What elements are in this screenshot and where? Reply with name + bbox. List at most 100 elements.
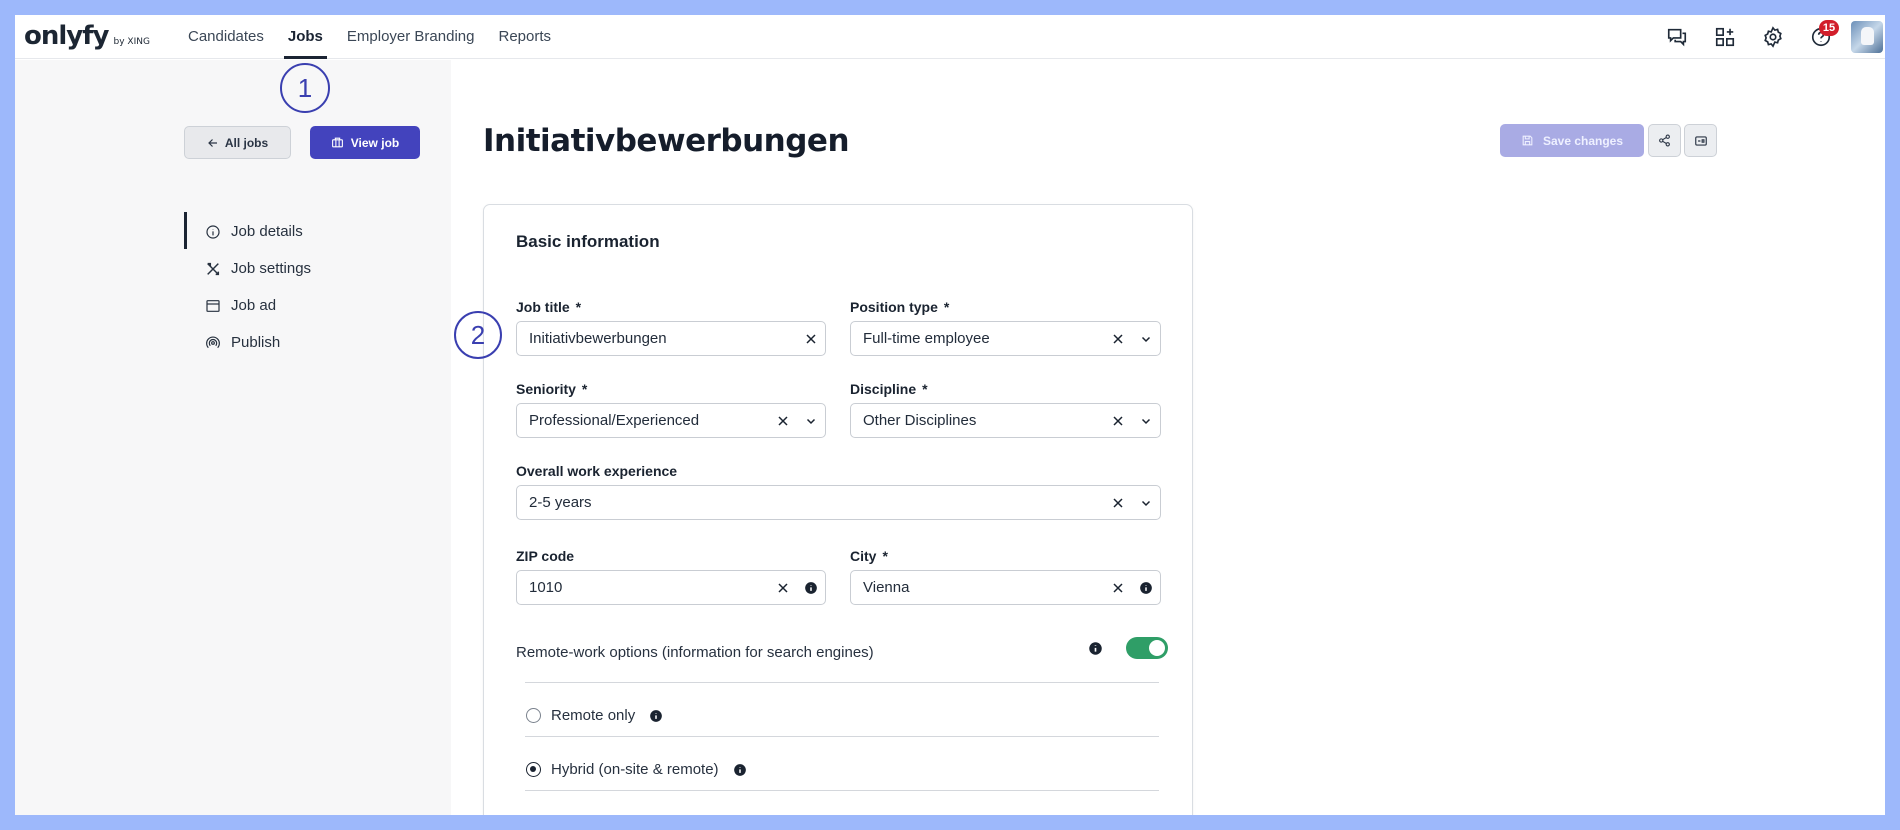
seniority-label: Seniority * [516,381,587,397]
preview-card-icon [1694,135,1707,146]
info-icon [206,224,220,239]
city-label: City * [850,548,888,564]
sidebar-item-publish[interactable]: Publish [205,324,280,361]
divider [525,736,1159,737]
discipline-label-text: Discipline [850,381,917,397]
clear-icon[interactable] [1104,404,1132,437]
clear-icon[interactable] [769,571,797,604]
broadcast-icon [206,335,220,348]
job-title-label-text: Job title [516,299,570,315]
sidebar-item-label: Job ad [231,297,277,314]
tools-icon [207,262,220,275]
nav-employer-branding[interactable]: Employer Branding [347,15,475,59]
clear-icon[interactable] [1104,486,1132,519]
clear-icon[interactable] [1104,322,1132,355]
clear-icon[interactable] [769,404,797,437]
nav-candidates[interactable]: Candidates [188,15,264,59]
sidebar-active-indicator [184,212,187,249]
logo-text: onlyfy [24,21,109,51]
info-icon[interactable] [797,571,825,604]
clear-icon[interactable] [797,322,825,355]
all-jobs-label: All jobs [224,135,269,150]
discipline-label: Discipline * [850,381,928,397]
section-title: Basic information [516,232,660,251]
position-type-label: Position type * [850,299,949,315]
chevron-down-icon[interactable] [797,404,825,437]
divider [525,790,1159,791]
chevron-down-icon[interactable] [1132,322,1160,355]
job-title-value: Initiativbewerbungen [529,330,667,347]
discipline-select[interactable]: Other Disciplines [850,403,1161,438]
help-icon[interactable]: 15 [1797,15,1845,59]
basic-information-card: Basic information Job title * Initiativbe… [483,204,1193,815]
view-job-button[interactable]: View job [310,126,420,159]
zip-code-label: ZIP code [516,548,575,564]
sidebar-item-job-details[interactable]: Job details [205,213,303,250]
required-marker: * [922,381,928,397]
app-window: onlyfy by XING Candidates Jobs Employer … [15,15,1885,815]
work-experience-value: 2-5 years [529,494,592,511]
hybrid-option[interactable]: Hybrid (on-site & remote) [526,761,747,778]
onlyfy-logo[interactable]: onlyfy by XING [24,21,150,51]
job-title-input[interactable]: Initiativbewerbungen [516,321,826,356]
browser-window-icon [206,299,220,312]
discipline-value: Other Disciplines [863,412,977,429]
required-marker: * [943,299,950,315]
notification-badge: 15 [1819,20,1839,36]
preview-button[interactable] [1684,124,1717,157]
save-icon [1522,135,1533,146]
position-type-value: Full-time employee [863,330,990,347]
info-icon[interactable] [1081,632,1109,665]
page-title: Initiativbewerbungen [483,123,850,159]
nav-reports[interactable]: Reports [498,15,551,59]
remote-only-label: Remote only [551,707,636,724]
nav-jobs[interactable]: Jobs [283,15,327,59]
sidebar-item-job-ad[interactable]: Job ad [205,287,276,324]
position-type-select[interactable]: Full-time employee [850,321,1161,356]
sidebar-item-label: Job details [231,223,303,240]
chevron-down-icon[interactable] [1132,486,1160,519]
annotation-marker-1: 1 [280,63,330,113]
job-title-label: Job title * [516,299,581,315]
remote-only-option[interactable]: Remote only [526,707,663,724]
seniority-select[interactable]: Professional/Experienced [516,403,826,438]
settings-gear-icon[interactable] [1749,15,1797,59]
required-marker: * [581,381,588,397]
share-button[interactable] [1648,124,1681,157]
sidebar-item-label: Publish [231,334,281,351]
hybrid-label: Hybrid (on-site & remote) [551,761,719,778]
user-avatar[interactable] [1851,21,1883,53]
divider [525,682,1159,683]
logo-subtext: by XING [113,37,150,47]
zip-code-value: 1010 [529,579,563,596]
work-experience-select[interactable]: 2-5 years [516,485,1161,520]
chevron-down-icon[interactable] [1132,404,1160,437]
info-icon[interactable] [1132,571,1160,604]
info-icon[interactable] [733,763,747,777]
view-job-label: View job [350,135,400,150]
left-panel [15,60,451,815]
apps-add-icon[interactable] [1701,15,1749,59]
sidebar-item-label: Job settings [231,260,312,277]
chat-icon[interactable] [1653,15,1701,59]
position-type-label-text: Position type [850,299,938,315]
hybrid-radio[interactable] [526,762,541,777]
briefcase-icon [331,137,343,148]
save-changes-button[interactable]: Save changes [1500,124,1644,157]
zip-code-input[interactable]: 1010 [516,570,826,605]
city-label-text: City [850,548,877,564]
top-navigation-bar: onlyfy by XING Candidates Jobs Employer … [15,15,1885,59]
arrow-left-icon [207,138,217,147]
top-icons: 15 [1653,15,1885,59]
info-icon[interactable] [649,709,663,723]
save-changes-label: Save changes [1542,133,1624,148]
city-input[interactable]: Vienna [850,570,1161,605]
remote-only-radio[interactable] [526,708,541,723]
city-value: Vienna [863,579,910,596]
all-jobs-button[interactable]: All jobs [184,126,291,159]
seniority-value: Professional/Experienced [529,412,700,429]
clear-icon[interactable] [1104,571,1132,604]
sidebar-item-job-settings[interactable]: Job settings [205,250,311,287]
remote-work-toggle[interactable] [1126,637,1168,659]
work-experience-label: Overall work experience [516,463,678,479]
